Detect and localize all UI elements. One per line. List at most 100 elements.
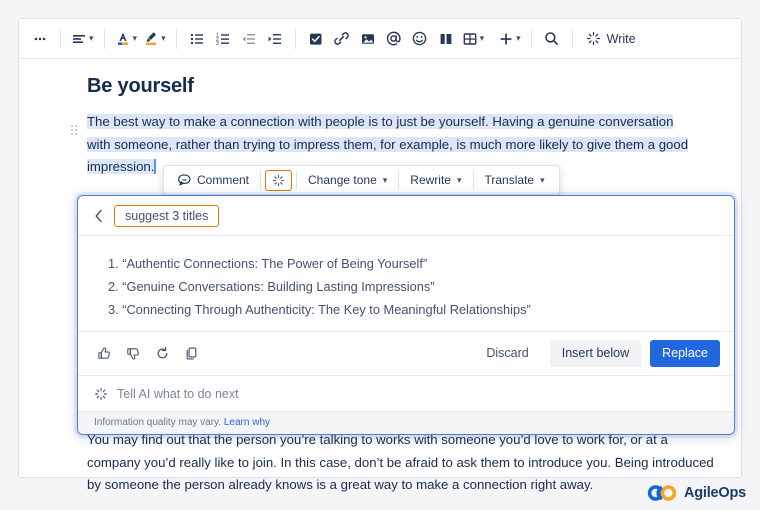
indent-button[interactable] <box>262 26 288 52</box>
emoji-button[interactable] <box>407 26 433 52</box>
bullet-list-icon <box>190 33 203 44</box>
ai-prompt-chip[interactable]: suggest 3 titles <box>114 204 220 227</box>
agileops-infinity-logo <box>647 485 677 501</box>
learn-why-link[interactable]: Learn why <box>224 417 270 428</box>
thumbs-down-button[interactable] <box>121 342 145 366</box>
outdent-button[interactable] <box>236 26 262 52</box>
ai-feedback-icons <box>92 342 203 366</box>
translate-button[interactable]: Translate ▾ <box>478 169 552 191</box>
numbered-list-button[interactable]: 1 2 3 <box>210 26 236 52</box>
editor-toolbar: ▾ ▾ ▾ 1 2 3 ▾ ▾ Write <box>19 19 741 59</box>
write-ai-button[interactable]: Write <box>580 26 642 52</box>
retry-refresh-icon <box>157 346 167 359</box>
outdent-icon <box>242 33 255 44</box>
change-tone-label: Change tone <box>308 173 377 187</box>
comment-button[interactable]: Comment <box>171 169 256 191</box>
ai-panel-footer: Information quality may vary. Learn why <box>78 411 734 434</box>
ai-sparkle-icon <box>95 387 107 400</box>
chevron-down-icon: ▾ <box>516 33 521 43</box>
chevron-down-icon: ▾ <box>479 33 485 43</box>
text-align-icon <box>73 34 85 43</box>
list-item: 1. “Authentic Connections: The Power of … <box>108 256 428 271</box>
toolbar-divider-4 <box>294 28 296 49</box>
image-button[interactable] <box>355 26 381 52</box>
thumbs-up-button[interactable] <box>92 342 116 366</box>
rewrite-button[interactable]: Rewrite ▾ <box>403 169 468 191</box>
find-replace-button[interactable] <box>539 26 565 52</box>
write-label: Write <box>606 31 636 46</box>
agileops-branding: AgileOps <box>647 484 746 502</box>
toolbar-divider-1 <box>60 28 61 49</box>
chevron-down-icon: ▾ <box>132 33 138 43</box>
bottom-paragraph: You may find out that the person you’re … <box>87 432 714 492</box>
selection-floating-toolbar: Comment Change tone ▾ Rewrite ▾ Translat… <box>163 165 560 195</box>
ai-back-button[interactable] <box>90 207 108 225</box>
toolbar-divider-5 <box>530 28 532 49</box>
text-color-icon <box>117 32 128 45</box>
discard-button[interactable]: Discard <box>474 340 540 367</box>
selection-divider-2 <box>296 171 298 189</box>
disclaimer-text: Information quality may vary. <box>94 417 222 428</box>
chevron-left-icon <box>95 209 102 222</box>
ai-results-list: 1. “Authentic Connections: The Power of … <box>78 236 734 331</box>
plus-icon <box>500 33 512 44</box>
replace-button[interactable]: Replace <box>650 340 720 367</box>
ai-actions-bar: Discard Insert below Replace <box>78 331 734 375</box>
bullet-list-button[interactable] <box>184 26 210 52</box>
ai-assistant-panel: suggest 3 titles 1. “Authentic Connectio… <box>77 195 735 435</box>
highlight-color-button[interactable]: ▾ <box>140 26 169 52</box>
table-button[interactable]: ▾ <box>459 26 488 52</box>
selection-caret <box>154 159 156 174</box>
search-icon <box>545 32 559 46</box>
copy-icon <box>186 347 196 360</box>
ai-prompt-input-row[interactable]: Tell AI what to do next <box>78 375 734 411</box>
link-button[interactable] <box>329 26 355 52</box>
mention-button[interactable] <box>381 26 407 52</box>
emoji-smiley-icon <box>412 31 427 46</box>
translate-label: Translate <box>484 173 535 187</box>
ai-assist-button[interactable] <box>265 169 293 191</box>
selection-divider-1 <box>260 171 262 189</box>
indent-icon <box>268 33 281 44</box>
numbered-list-icon: 1 2 3 <box>216 32 229 47</box>
table-icon <box>463 32 476 45</box>
copy-button[interactable] <box>179 342 203 366</box>
chevron-down-icon: ▾ <box>161 33 166 43</box>
ai-panel-header: suggest 3 titles <box>78 196 734 236</box>
paragraph-drag-handle[interactable] <box>71 125 80 137</box>
thumbs-up-icon <box>97 347 110 359</box>
ai-sparkle-icon <box>272 174 285 186</box>
page-title: Be yourself <box>87 75 194 97</box>
columns-layout-icon <box>440 33 451 44</box>
rewrite-label: Rewrite <box>410 173 451 187</box>
thumbs-down-icon <box>126 348 139 360</box>
selection-divider-4 <box>472 171 474 189</box>
layout-button[interactable] <box>433 26 459 52</box>
text-align-button[interactable]: ▾ <box>68 26 97 52</box>
chevron-down-icon: ▾ <box>382 174 388 185</box>
list-item: 2. “Genuine Conversations: Building Last… <box>108 279 435 294</box>
ai-prompt-placeholder: Tell AI what to do next <box>117 386 239 401</box>
selection-divider-3 <box>398 171 400 189</box>
text-color-button[interactable]: ▾ <box>112 26 141 52</box>
highlighter-icon <box>146 32 157 45</box>
ellipsis-icon <box>34 37 46 40</box>
insert-below-button[interactable]: Insert below <box>549 340 642 367</box>
change-tone-button[interactable]: Change tone ▾ <box>301 169 394 191</box>
checkbox-icon <box>309 33 322 45</box>
retry-button[interactable] <box>150 342 174 366</box>
screen-root: ▾ ▾ ▾ 1 2 3 ▾ ▾ Write Be yourself The be… <box>0 0 760 510</box>
more-options-button[interactable] <box>27 26 53 52</box>
chevron-down-icon: ▾ <box>456 174 462 185</box>
comment-label: Comment <box>197 173 250 187</box>
mention-at-icon <box>386 31 401 46</box>
comment-bubble-icon <box>178 174 191 186</box>
ai-action-buttons: Discard Insert below Replace <box>474 340 720 367</box>
chevron-down-icon: ▾ <box>89 33 94 43</box>
action-item-button[interactable] <box>303 26 329 52</box>
document-body: Be yourself The best way to make a conne… <box>19 59 741 179</box>
insert-more-button[interactable]: ▾ <box>495 26 524 52</box>
list-item: 3. “Connecting Through Authenticity: The… <box>108 302 531 317</box>
svg-text:3: 3 <box>216 41 219 47</box>
chevron-down-icon: ▾ <box>540 174 545 185</box>
